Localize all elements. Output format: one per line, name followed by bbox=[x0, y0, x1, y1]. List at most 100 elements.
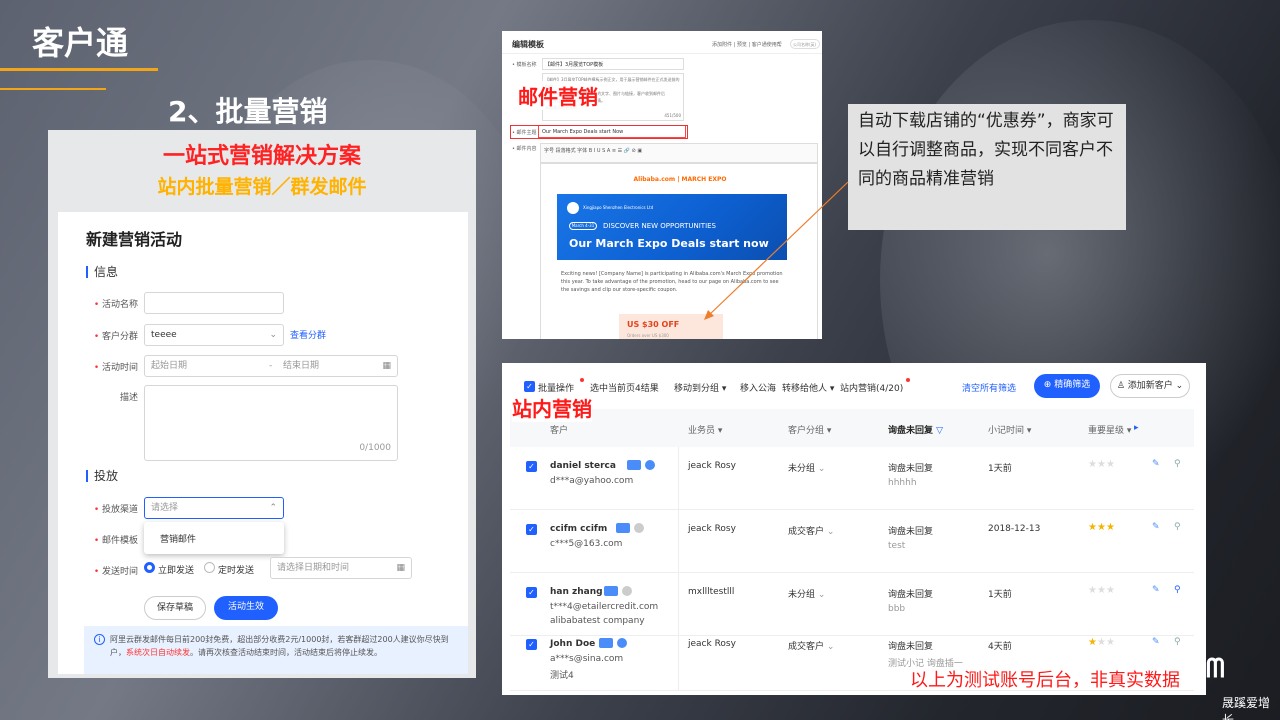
editor-toolbar[interactable]: 字号 段落格式 字体 B I U S A ≡ ☰ 🔗 ⊘ ▣ bbox=[540, 143, 818, 163]
inquiry-status: 询盘未回复 bbox=[888, 642, 934, 652]
transfer[interactable]: 转移给他人 ▾ bbox=[782, 381, 834, 394]
table-row[interactable]: ✓ ccifm ccifm c***5@163.com jeack Rosy 成… bbox=[510, 510, 1194, 573]
view-groups-link[interactable]: 查看分群 bbox=[290, 328, 326, 341]
column-divider bbox=[678, 447, 679, 510]
date-range-input[interactable]: 起始日期 - 结束日期 ▦ bbox=[144, 355, 398, 377]
star-icon: ★ bbox=[1096, 637, 1106, 648]
coupon-value: US $30 OFF bbox=[627, 320, 680, 329]
customer-group[interactable]: 未分组 ⌄ bbox=[788, 461, 825, 474]
edit-icon[interactable]: ✎ bbox=[1152, 522, 1160, 532]
row-checkbox[interactable]: ✓ bbox=[526, 461, 537, 472]
customer-table-panel: ✓ 批量操作 选中当前页4结果 移动到分组 ▾ 移入公海 转移给他人 ▾ 站内营… bbox=[502, 363, 1206, 695]
info-icon: i bbox=[94, 634, 105, 645]
column-header[interactable]: 重要星级 ▾ bbox=[1088, 423, 1131, 436]
customer-group[interactable]: 成交客户 ⌄ bbox=[788, 524, 834, 537]
body-label: • 邮件内容 bbox=[512, 146, 537, 152]
note-time: 1天前 bbox=[988, 590, 1012, 600]
row-checkbox[interactable]: ✓ bbox=[526, 524, 537, 535]
column-divider bbox=[678, 625, 679, 691]
save-draft-button[interactable]: 保存草稿 bbox=[144, 596, 206, 620]
star-rating[interactable]: ★★★ bbox=[1088, 459, 1115, 470]
send-now-label: 立即发送 bbox=[158, 566, 195, 576]
status-icon bbox=[616, 638, 627, 648]
star-icon: ★ bbox=[1088, 585, 1097, 596]
select-page[interactable]: 选中当前页4结果 bbox=[590, 381, 659, 394]
activate-button[interactable]: 活动生效 bbox=[214, 596, 278, 620]
watermark: 晟蹊爱增长 bbox=[1222, 696, 1271, 720]
customer-group[interactable]: 未分组 ⌄ bbox=[788, 587, 825, 600]
move-pool[interactable]: 移入公海 bbox=[740, 381, 776, 394]
calendar-icon: ▦ bbox=[382, 361, 391, 371]
desc-label: 描述 bbox=[119, 393, 138, 403]
scroll-right-icon[interactable]: ▸ bbox=[1134, 423, 1139, 433]
customer-name[interactable]: daniel sterca bbox=[550, 461, 616, 471]
column-header: 客户 bbox=[550, 426, 569, 436]
tpl-name-input[interactable]: 【邮件】3月展览TOP模板 bbox=[542, 58, 684, 70]
time-label: • 活动时间 bbox=[93, 363, 138, 373]
bulk-checkbox[interactable]: ✓ bbox=[524, 381, 535, 392]
star-icon: ★ bbox=[1105, 459, 1115, 470]
star-icon: ★ bbox=[1088, 522, 1097, 533]
campaign-form: 新建营销活动 信息 • 活动名称 • 客户分群 teeee ⌄ 查看分群 • 活动… bbox=[58, 212, 468, 674]
edit-icon[interactable]: ✎ bbox=[1152, 585, 1160, 595]
pin-icon[interactable]: ⚲ bbox=[1174, 459, 1181, 469]
customer-extra: 测试4 bbox=[550, 671, 574, 681]
group-select[interactable]: teeee ⌄ bbox=[144, 324, 284, 346]
table-row[interactable]: ✓ daniel sterca d***a@yahoo.com jeack Ro… bbox=[510, 447, 1194, 510]
column-header[interactable]: 客户分组 ▾ bbox=[788, 423, 831, 436]
notice-line2: 户，系统次日自动续发。请再次核查活动结束时间，活动结束后将停止续发。 bbox=[110, 648, 382, 657]
status-icon bbox=[644, 460, 655, 470]
title-underline bbox=[0, 68, 158, 71]
in-site-marketing[interactable]: 站内营销(4/20) bbox=[840, 381, 903, 394]
mail-header-links[interactable]: 添加附件 | 预览 | 客户通使用帮 bbox=[712, 41, 782, 48]
send-scheduled-radio[interactable] bbox=[204, 562, 215, 573]
subject-highlight-box bbox=[510, 125, 688, 139]
send-scheduled-label: 定时发送 bbox=[218, 566, 255, 576]
customer-name[interactable]: ccifm ccifm bbox=[550, 524, 607, 534]
add-customer-button[interactable]: ♙ 添加新客户 ⌄ bbox=[1110, 374, 1190, 398]
status-icon bbox=[622, 586, 633, 596]
column-header[interactable]: 小记时间 ▾ bbox=[988, 423, 1031, 436]
desc-textarea[interactable]: 0/1000 bbox=[144, 385, 398, 461]
star-rating[interactable]: ★★★ bbox=[1088, 585, 1115, 596]
datetime-input[interactable]: 请选择日期和时间 ▦ bbox=[270, 557, 412, 579]
mail-marketing-label: 邮件营销 bbox=[518, 81, 598, 110]
row-checkbox[interactable]: ✓ bbox=[526, 587, 537, 598]
mail-header: 编辑模板 bbox=[512, 40, 544, 49]
star-icon: ★ bbox=[1088, 637, 1097, 648]
contact-card-icon bbox=[598, 638, 613, 648]
plus-icon: ⊕ bbox=[1043, 380, 1055, 390]
slide: 客户通 2、批量营销 一站式营销解决方案 站内批量营销／群发邮件 新建营销活动 … bbox=[0, 0, 1280, 720]
mail-header-right[interactable]: 公司名称(英) bbox=[790, 39, 820, 49]
move-group[interactable]: 移动到分组 ▾ bbox=[674, 381, 726, 394]
pin-icon[interactable]: ⚲ bbox=[1174, 637, 1181, 647]
headline-red: 一站式营销解决方案 bbox=[162, 144, 361, 169]
dropdown-option-marketing-mail[interactable]: 营销邮件 bbox=[144, 522, 284, 555]
clear-filters-link[interactable]: 清空所有筛选 bbox=[962, 381, 1016, 394]
notice-box: i 阿里云群发邮件每日前200封免费，超出部分收费2元/1000封，若客群超过2… bbox=[84, 626, 468, 674]
star-rating[interactable]: ★★★ bbox=[1088, 522, 1115, 533]
pin-icon[interactable]: ⚲ bbox=[1174, 585, 1181, 595]
precise-filter-button[interactable]: ⊕ 精确筛选 bbox=[1034, 374, 1100, 398]
edit-icon[interactable]: ✎ bbox=[1152, 459, 1160, 469]
pin-icon[interactable]: ⚲ bbox=[1174, 522, 1181, 532]
footnote: 以上为测试账号后台，非真实数据 bbox=[910, 670, 1180, 691]
inquiry-note: test bbox=[888, 541, 906, 551]
name-input[interactable] bbox=[144, 292, 284, 314]
date-dash: - bbox=[269, 361, 273, 371]
customer-name[interactable]: han zhang bbox=[550, 587, 603, 597]
star-rating[interactable]: ★★★ bbox=[1088, 637, 1115, 648]
company-name: Xingjiapo Shenzhen Electronics Ltd bbox=[583, 205, 654, 210]
customer-name[interactable]: John Doe bbox=[550, 639, 595, 649]
chevron-down-icon: ⌄ bbox=[269, 330, 277, 340]
column-header[interactable]: 业务员 ▾ bbox=[688, 423, 722, 436]
row-checkbox[interactable]: ✓ bbox=[526, 639, 537, 650]
channel-select[interactable]: 请选择 ⌃ bbox=[144, 497, 284, 519]
note-time: 1天前 bbox=[988, 464, 1012, 474]
column-header[interactable]: 询盘未回复 ▽ bbox=[888, 423, 943, 436]
send-now-radio[interactable] bbox=[144, 562, 155, 573]
inquiry-status: 询盘未回复 bbox=[888, 464, 934, 474]
customer-group[interactable]: 成交客户 ⌄ bbox=[788, 639, 834, 652]
edit-icon[interactable]: ✎ bbox=[1152, 637, 1160, 647]
section-info: 信息 bbox=[86, 266, 118, 278]
